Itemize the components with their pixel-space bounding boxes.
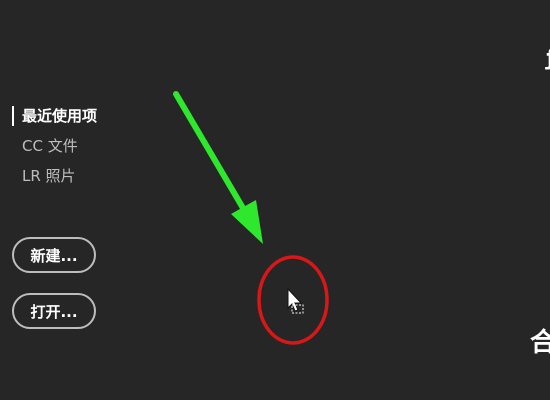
sidebar-item-label: CC 文件 <box>22 137 78 155</box>
mouse-pointer-with-marquee-icon <box>287 287 304 314</box>
sidebar-item-label: 最近使用项 <box>22 107 98 125</box>
new-button[interactable]: 新建... <box>12 237 96 273</box>
red-circle-icon <box>257 255 329 345</box>
edge-text-bottom: 合 <box>529 328 550 358</box>
start-screen: 最近使用项 CC 文件 LR 照片 新建... 打开... ƒ 合 <box>0 0 550 400</box>
edge-text-top: ƒ <box>546 46 550 72</box>
green-arrow-icon <box>173 91 263 244</box>
annotation-layer <box>173 91 329 345</box>
sidebar-item-lr-photos[interactable]: LR 照片 <box>12 164 152 194</box>
open-button[interactable]: 打开... <box>12 293 96 329</box>
sidebar-item-label: LR 照片 <box>22 167 76 185</box>
sidebar-nav: 最近使用项 CC 文件 LR 照片 <box>12 104 152 194</box>
sidebar-item-cc-files[interactable]: CC 文件 <box>12 134 152 164</box>
sidebar-item-recent[interactable]: 最近使用项 <box>12 104 152 134</box>
